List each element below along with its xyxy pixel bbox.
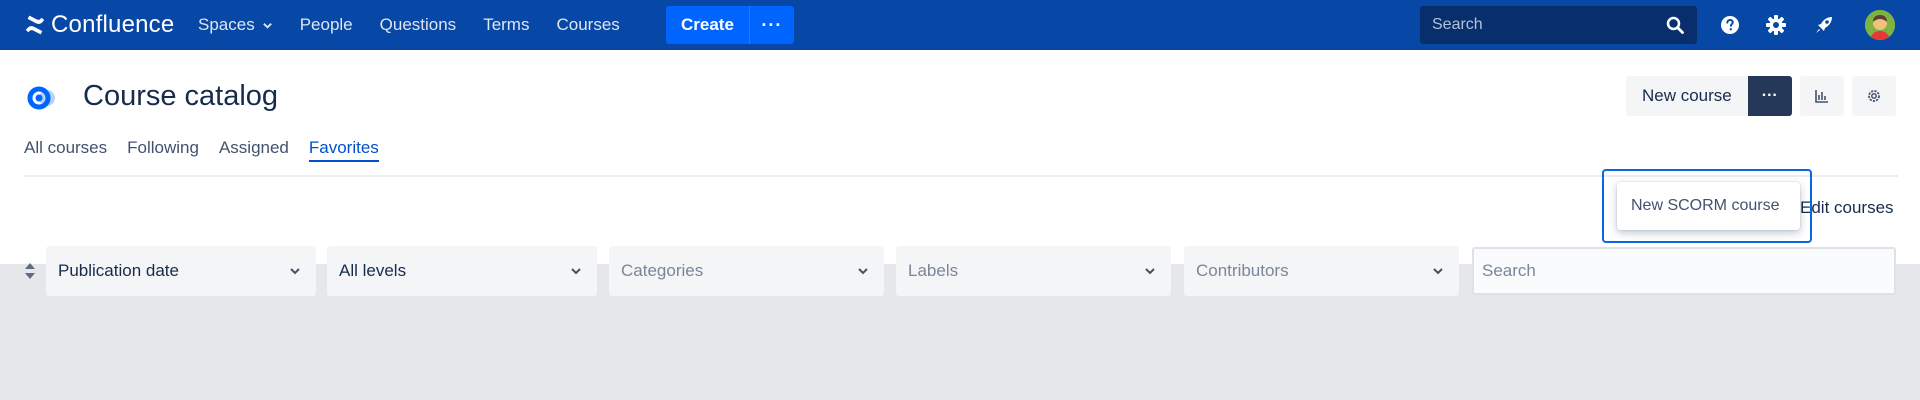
labels-select[interactable]: Labels [896,246,1171,296]
new-course-dropdown: New SCORM course [1617,182,1800,230]
avatar[interactable] [1865,10,1895,40]
nav-item-terms[interactable]: Terms [483,15,529,35]
sort-by-value: Publication date [58,261,179,280]
level-value: All levels [339,261,407,280]
nav-item-label: Spaces [198,15,255,34]
course-search-input[interactable] [1482,261,1886,281]
tab-assigned[interactable]: Assigned [219,130,289,162]
settings-icon[interactable] [1764,13,1788,37]
chevron-down-icon [858,268,868,275]
nav-item-label: Questions [379,15,457,34]
level-select[interactable]: All levels [327,246,597,296]
nav-item-label: Terms [483,15,530,34]
nav-item-label: Courses [556,15,620,34]
confluence-logo-icon [25,15,45,35]
chevron-down-icon [1145,268,1155,275]
tab-following[interactable]: Following [127,130,199,162]
categories-select[interactable]: Categories [609,246,884,296]
nav-menu: Spaces People Questions Terms Courses [198,0,647,50]
gear-icon [1868,90,1880,102]
tab-favorites[interactable]: Favorites [308,130,379,162]
nav-item-courses[interactable]: Courses [556,15,619,35]
chevron-down-icon [571,268,581,275]
labels-placeholder: Labels [908,261,959,280]
sort-by-select[interactable]: Publication date [46,246,316,296]
tab-all-courses[interactable]: All courses [24,130,107,162]
brand-name: Confluence [51,11,175,38]
course-app-icon [27,86,55,110]
bar-chart-icon [1815,90,1828,103]
new-course-button[interactable]: New course [1626,76,1748,116]
help-icon[interactable] [1718,13,1742,37]
create-button-group: Create ··· [666,6,794,44]
menu-item-new-scorm-course[interactable]: New SCORM course [1631,197,1779,215]
chevron-down-icon [1433,268,1443,275]
chevron-down-icon [290,268,300,275]
nav-item-people[interactable]: People [300,15,353,35]
course-search [1472,247,1896,295]
nav-item-label: People [299,15,353,34]
contributors-placeholder: Contributors [1196,261,1289,280]
new-course-button-group: New course ··· [1626,76,1792,116]
nav-item-questions[interactable]: Questions [380,15,457,35]
catalog-tabs: All courses Following Assigned Favorites [24,130,399,162]
catalog-settings-button[interactable] [1852,76,1896,116]
global-search [1420,6,1697,44]
page-title: Course catalog [83,80,279,112]
contributors-select[interactable]: Contributors [1184,246,1459,296]
categories-placeholder: Categories [621,261,704,280]
notifications-rocket-icon[interactable] [1812,13,1836,37]
search-icon[interactable] [1665,15,1685,35]
confluence-logo[interactable]: Confluence [24,10,174,40]
new-course-more-button[interactable]: ··· [1747,76,1792,116]
top-navigation: Confluence Spaces People Questions Terms… [0,0,1920,50]
global-search-input[interactable] [1432,16,1665,34]
create-more-button[interactable]: ··· [750,6,794,44]
course-catalog-page: Course catalog New course ··· All course… [0,50,1920,296]
nav-item-spaces[interactable]: Spaces [198,15,273,35]
create-button[interactable]: Create [666,6,750,44]
edit-courses-link[interactable]: Edit courses [1800,198,1894,218]
sort-order-icon[interactable] [24,261,36,281]
reports-button[interactable] [1800,76,1844,116]
chevron-down-icon [262,22,272,29]
